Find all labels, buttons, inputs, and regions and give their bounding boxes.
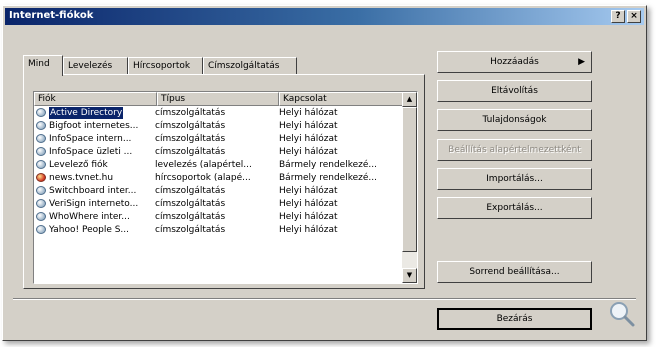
directory-service-icon: [36, 186, 46, 195]
add-button[interactable]: Hozzáadás ▶: [437, 51, 592, 73]
account-name: VeriSign interneto...: [49, 199, 139, 209]
directory-service-icon: [36, 147, 46, 156]
submenu-arrow-icon: ▶: [578, 57, 585, 67]
account-connection: Helyi hálózat: [279, 108, 338, 118]
vertical-scrollbar[interactable]: ▲ ▼: [402, 92, 417, 283]
table-row[interactable]: InfoSpace üzleti ... címszolgáltatás Hel…: [34, 146, 404, 158]
account-type: címszolgáltatás: [155, 121, 226, 131]
account-connection: Helyi hálózat: [279, 121, 338, 131]
table-row[interactable]: news.tvnet.hu hírcsoportok (alapé... Bár…: [34, 172, 404, 184]
import-button[interactable]: Importálás...: [437, 168, 592, 190]
directory-service-icon: [36, 121, 46, 130]
scroll-up-icon[interactable]: ▲: [402, 92, 417, 107]
tab-news[interactable]: Hírcsoportok: [128, 57, 203, 75]
scroll-thumb[interactable]: [402, 107, 417, 252]
tab-all[interactable]: Mind: [23, 55, 63, 76]
account-name: InfoSpace üzleti ...: [49, 147, 133, 157]
close-button[interactable]: Bezárás: [437, 308, 592, 330]
tab-mail[interactable]: Levelezés: [63, 57, 128, 75]
account-type: címszolgáltatás: [155, 134, 226, 144]
mail-account-icon: [36, 160, 46, 169]
table-row[interactable]: InfoSpace intern... címszolgáltatás Hely…: [34, 133, 404, 145]
set-order-button[interactable]: Sorrend beállítása...: [437, 261, 592, 283]
account-connection: Bármely rendelkezé...: [279, 173, 377, 183]
account-type: címszolgáltatás: [155, 186, 226, 196]
account-connection: Helyi hálózat: [279, 225, 338, 235]
account-type: címszolgáltatás: [155, 199, 226, 209]
title-bar[interactable]: Internet-fiókok ? ×: [5, 8, 644, 25]
account-name: news.tvnet.hu: [49, 173, 114, 183]
column-header-connection[interactable]: Kapcsolat: [279, 92, 403, 106]
account-name: WhoWhere inter...: [49, 212, 130, 222]
help-button[interactable]: ?: [611, 10, 625, 23]
directory-service-icon: [36, 199, 46, 208]
export-button[interactable]: Exportálás...: [437, 197, 592, 219]
table-row[interactable]: Switchboard inter... címszolgáltatás Hel…: [34, 185, 404, 197]
account-name: Yahoo! People S...: [49, 225, 130, 235]
directory-service-icon: [36, 225, 46, 234]
account-type: címszolgáltatás: [155, 108, 226, 118]
remove-button[interactable]: Eltávolítás: [437, 80, 592, 102]
account-type: levelezés (alapértel...: [155, 160, 252, 170]
table-row[interactable]: WhoWhere inter... címszolgáltatás Helyi …: [34, 211, 404, 223]
separator: [13, 298, 636, 300]
account-connection: Bármely rendelkezé...: [279, 160, 377, 170]
table-row[interactable]: Yahoo! People S... címszolgáltatás Helyi…: [34, 224, 404, 236]
account-name: InfoSpace intern...: [49, 134, 132, 144]
account-name: Active Directory: [47, 107, 125, 119]
add-button-label: Hozzáadás: [490, 57, 539, 67]
set-default-button: Beállítás alapértelmezettként: [437, 139, 592, 161]
scroll-down-icon[interactable]: ▼: [402, 268, 417, 283]
close-window-button[interactable]: ×: [627, 10, 641, 23]
account-type: címszolgáltatás: [155, 225, 226, 235]
table-row[interactable]: Bigfoot internetes... címszolgáltatás He…: [34, 120, 404, 132]
account-type: címszolgáltatás: [155, 212, 226, 222]
properties-button[interactable]: Tulajdonságok: [437, 109, 592, 131]
account-connection: Helyi hálózat: [279, 186, 338, 196]
column-header-account[interactable]: Fiók: [34, 92, 157, 106]
directory-service-icon: [36, 108, 46, 117]
table-row[interactable]: Active Directory címszolgáltatás Helyi h…: [34, 107, 404, 119]
directory-service-icon: [36, 134, 46, 143]
directory-service-icon: [36, 212, 46, 221]
table-row[interactable]: VeriSign interneto... címszolgáltatás He…: [34, 198, 404, 210]
internet-accounts-dialog: Internet-fiókok ? × Mind Levelezés Hírcs…: [2, 5, 647, 341]
news-account-icon: [36, 173, 46, 182]
window-title: Internet-fiókok: [9, 10, 94, 21]
column-header-type[interactable]: Típus: [157, 92, 279, 106]
account-name: Switchboard inter...: [49, 186, 137, 196]
account-connection: Helyi hálózat: [279, 199, 338, 209]
account-name: Levelező fiók: [49, 160, 108, 170]
account-name: Bigfoot internetes...: [49, 121, 139, 131]
account-type: címszolgáltatás: [155, 147, 226, 157]
tab-directory-service[interactable]: Címszolgáltatás: [203, 57, 297, 75]
account-type: hírcsoportok (alapé...: [155, 173, 251, 183]
account-connection: Helyi hálózat: [279, 134, 338, 144]
accounts-list[interactable]: Fiók Típus Kapcsolat Active Directory cí…: [33, 91, 418, 284]
table-row[interactable]: Levelező fiók levelezés (alapértel... Bá…: [34, 159, 404, 171]
account-connection: Helyi hálózat: [279, 147, 338, 157]
tab-panel: Fiók Típus Kapcsolat Active Directory cí…: [23, 74, 425, 289]
account-connection: Helyi hálózat: [279, 212, 338, 222]
magnifier-icon: [610, 302, 635, 327]
